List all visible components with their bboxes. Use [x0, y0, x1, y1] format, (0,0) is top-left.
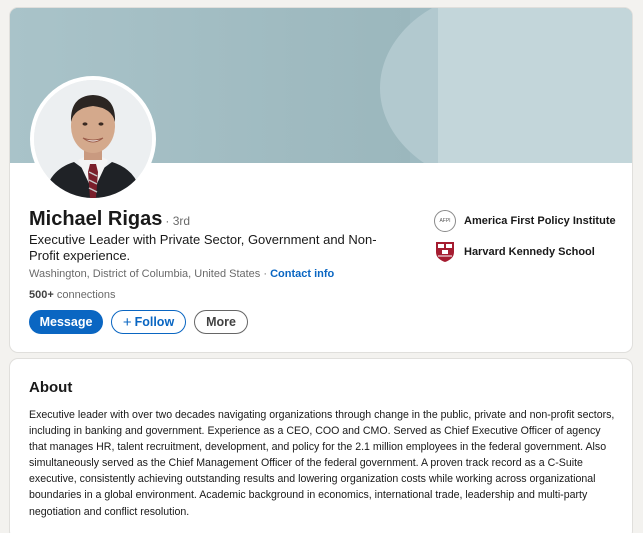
- name-row: Michael Rigas · 3rd: [29, 208, 190, 231]
- profile-headline: Executive Leader with Private Sector, Go…: [29, 232, 377, 263]
- more-button[interactable]: More: [194, 310, 248, 334]
- connection-degree: · 3rd: [165, 214, 191, 228]
- about-card: About Executive leader with over two dec…: [10, 359, 632, 533]
- org-name: Harvard Kennedy School: [464, 246, 595, 258]
- follow-label: Follow: [134, 315, 175, 329]
- org-education[interactable]: Harvard Kennedy School: [434, 240, 616, 264]
- avatar[interactable]: [30, 76, 156, 202]
- follow-button[interactable]: + Follow: [111, 310, 186, 334]
- connections-count[interactable]: 500+ connections: [29, 289, 116, 301]
- plus-icon: +: [122, 313, 132, 331]
- message-button[interactable]: Message: [29, 310, 103, 334]
- organizations: AFPI America First Policy Institute Harv…: [434, 209, 616, 271]
- profile-location: Washington, District of Columbia, United…: [29, 268, 261, 280]
- org-current-company[interactable]: AFPI America First Policy Institute: [434, 209, 616, 233]
- afpi-logo-icon: AFPI: [434, 210, 456, 232]
- location-row: Washington, District of Columbia, United…: [29, 268, 334, 280]
- about-title: About: [29, 379, 73, 396]
- profile-card: Michael Rigas · 3rd Executive Leader wit…: [10, 8, 632, 352]
- org-name: America First Policy Institute: [464, 215, 616, 227]
- connections-number: 500+: [29, 289, 54, 301]
- contact-info-link[interactable]: Contact info: [270, 268, 334, 280]
- location-separator: ·: [260, 268, 271, 280]
- profile-actions: Message + Follow More: [29, 310, 248, 334]
- connections-label: connections: [53, 289, 116, 301]
- about-text: Executive leader with over two decades n…: [29, 409, 615, 518]
- profile-photo: [34, 80, 152, 198]
- profile-name: Michael Rigas: [29, 208, 163, 230]
- harvard-shield-icon: [434, 241, 456, 263]
